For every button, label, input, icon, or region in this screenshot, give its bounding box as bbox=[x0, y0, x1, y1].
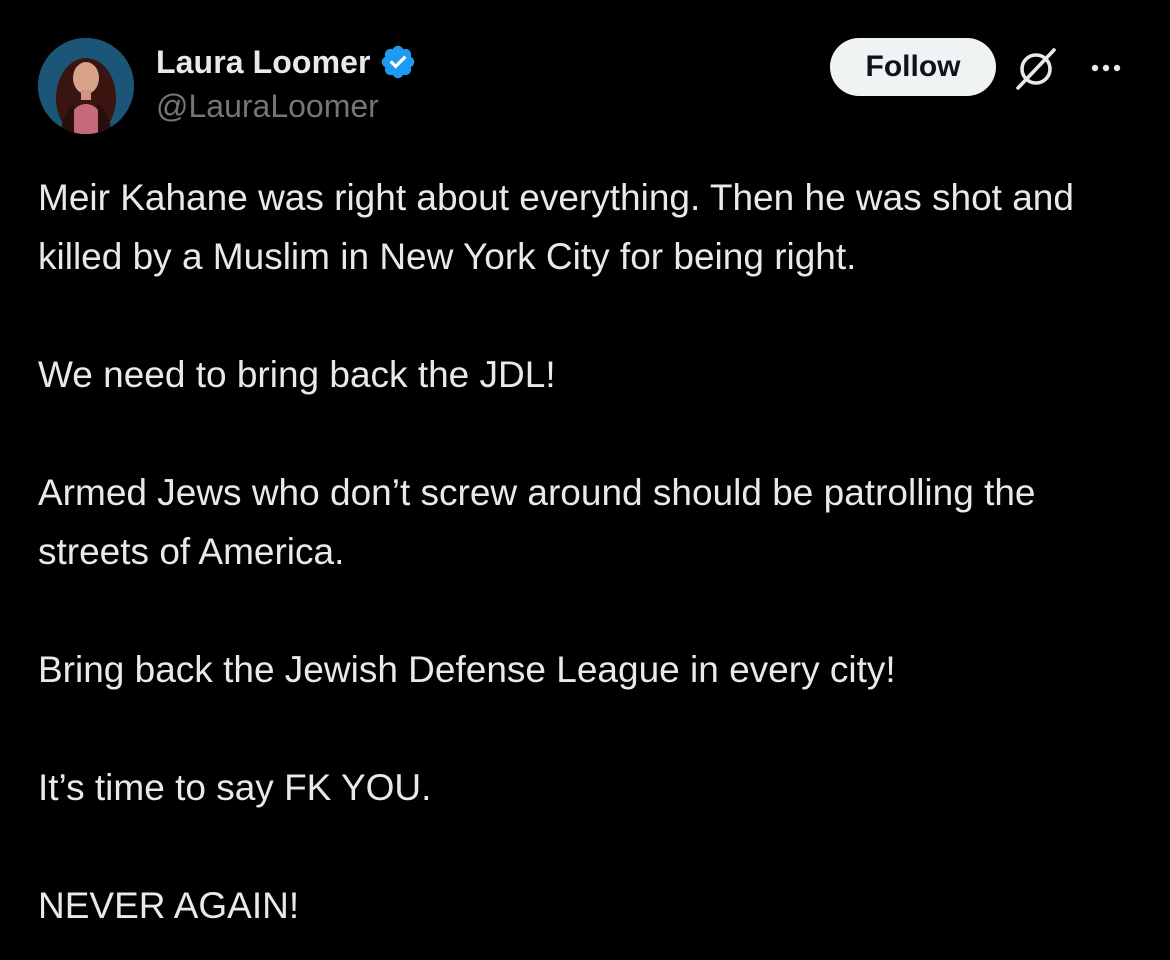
more-options-icon[interactable] bbox=[1084, 50, 1128, 86]
post-paragraph: Meir Kahane was right about everything. … bbox=[38, 177, 1074, 277]
post-paragraph: We need to bring back the JDL! bbox=[38, 354, 556, 395]
post-card: Laura Loomer @LauraLoomer Follow Meir Ka… bbox=[0, 0, 1170, 960]
post-paragraph: NEVER AGAIN! bbox=[38, 885, 300, 926]
post-paragraph: It’s time to say FK YOU. bbox=[38, 767, 432, 808]
grok-icon[interactable] bbox=[1010, 42, 1062, 94]
author-name-row: Laura Loomer bbox=[156, 40, 417, 84]
post-paragraph: Armed Jews who don’t screw around should… bbox=[38, 472, 1036, 572]
author-name[interactable]: Laura Loomer bbox=[156, 44, 371, 81]
follow-button[interactable]: Follow bbox=[830, 38, 996, 96]
avatar[interactable] bbox=[38, 38, 134, 134]
avatar-image bbox=[38, 38, 134, 134]
author-handle[interactable]: @LauraLoomer bbox=[156, 88, 379, 125]
post-paragraph: Bring back the Jewish Defense League in … bbox=[38, 649, 896, 690]
post-text: Meir Kahane was right about everything. … bbox=[38, 168, 1138, 935]
verified-badge-icon[interactable] bbox=[379, 43, 417, 81]
